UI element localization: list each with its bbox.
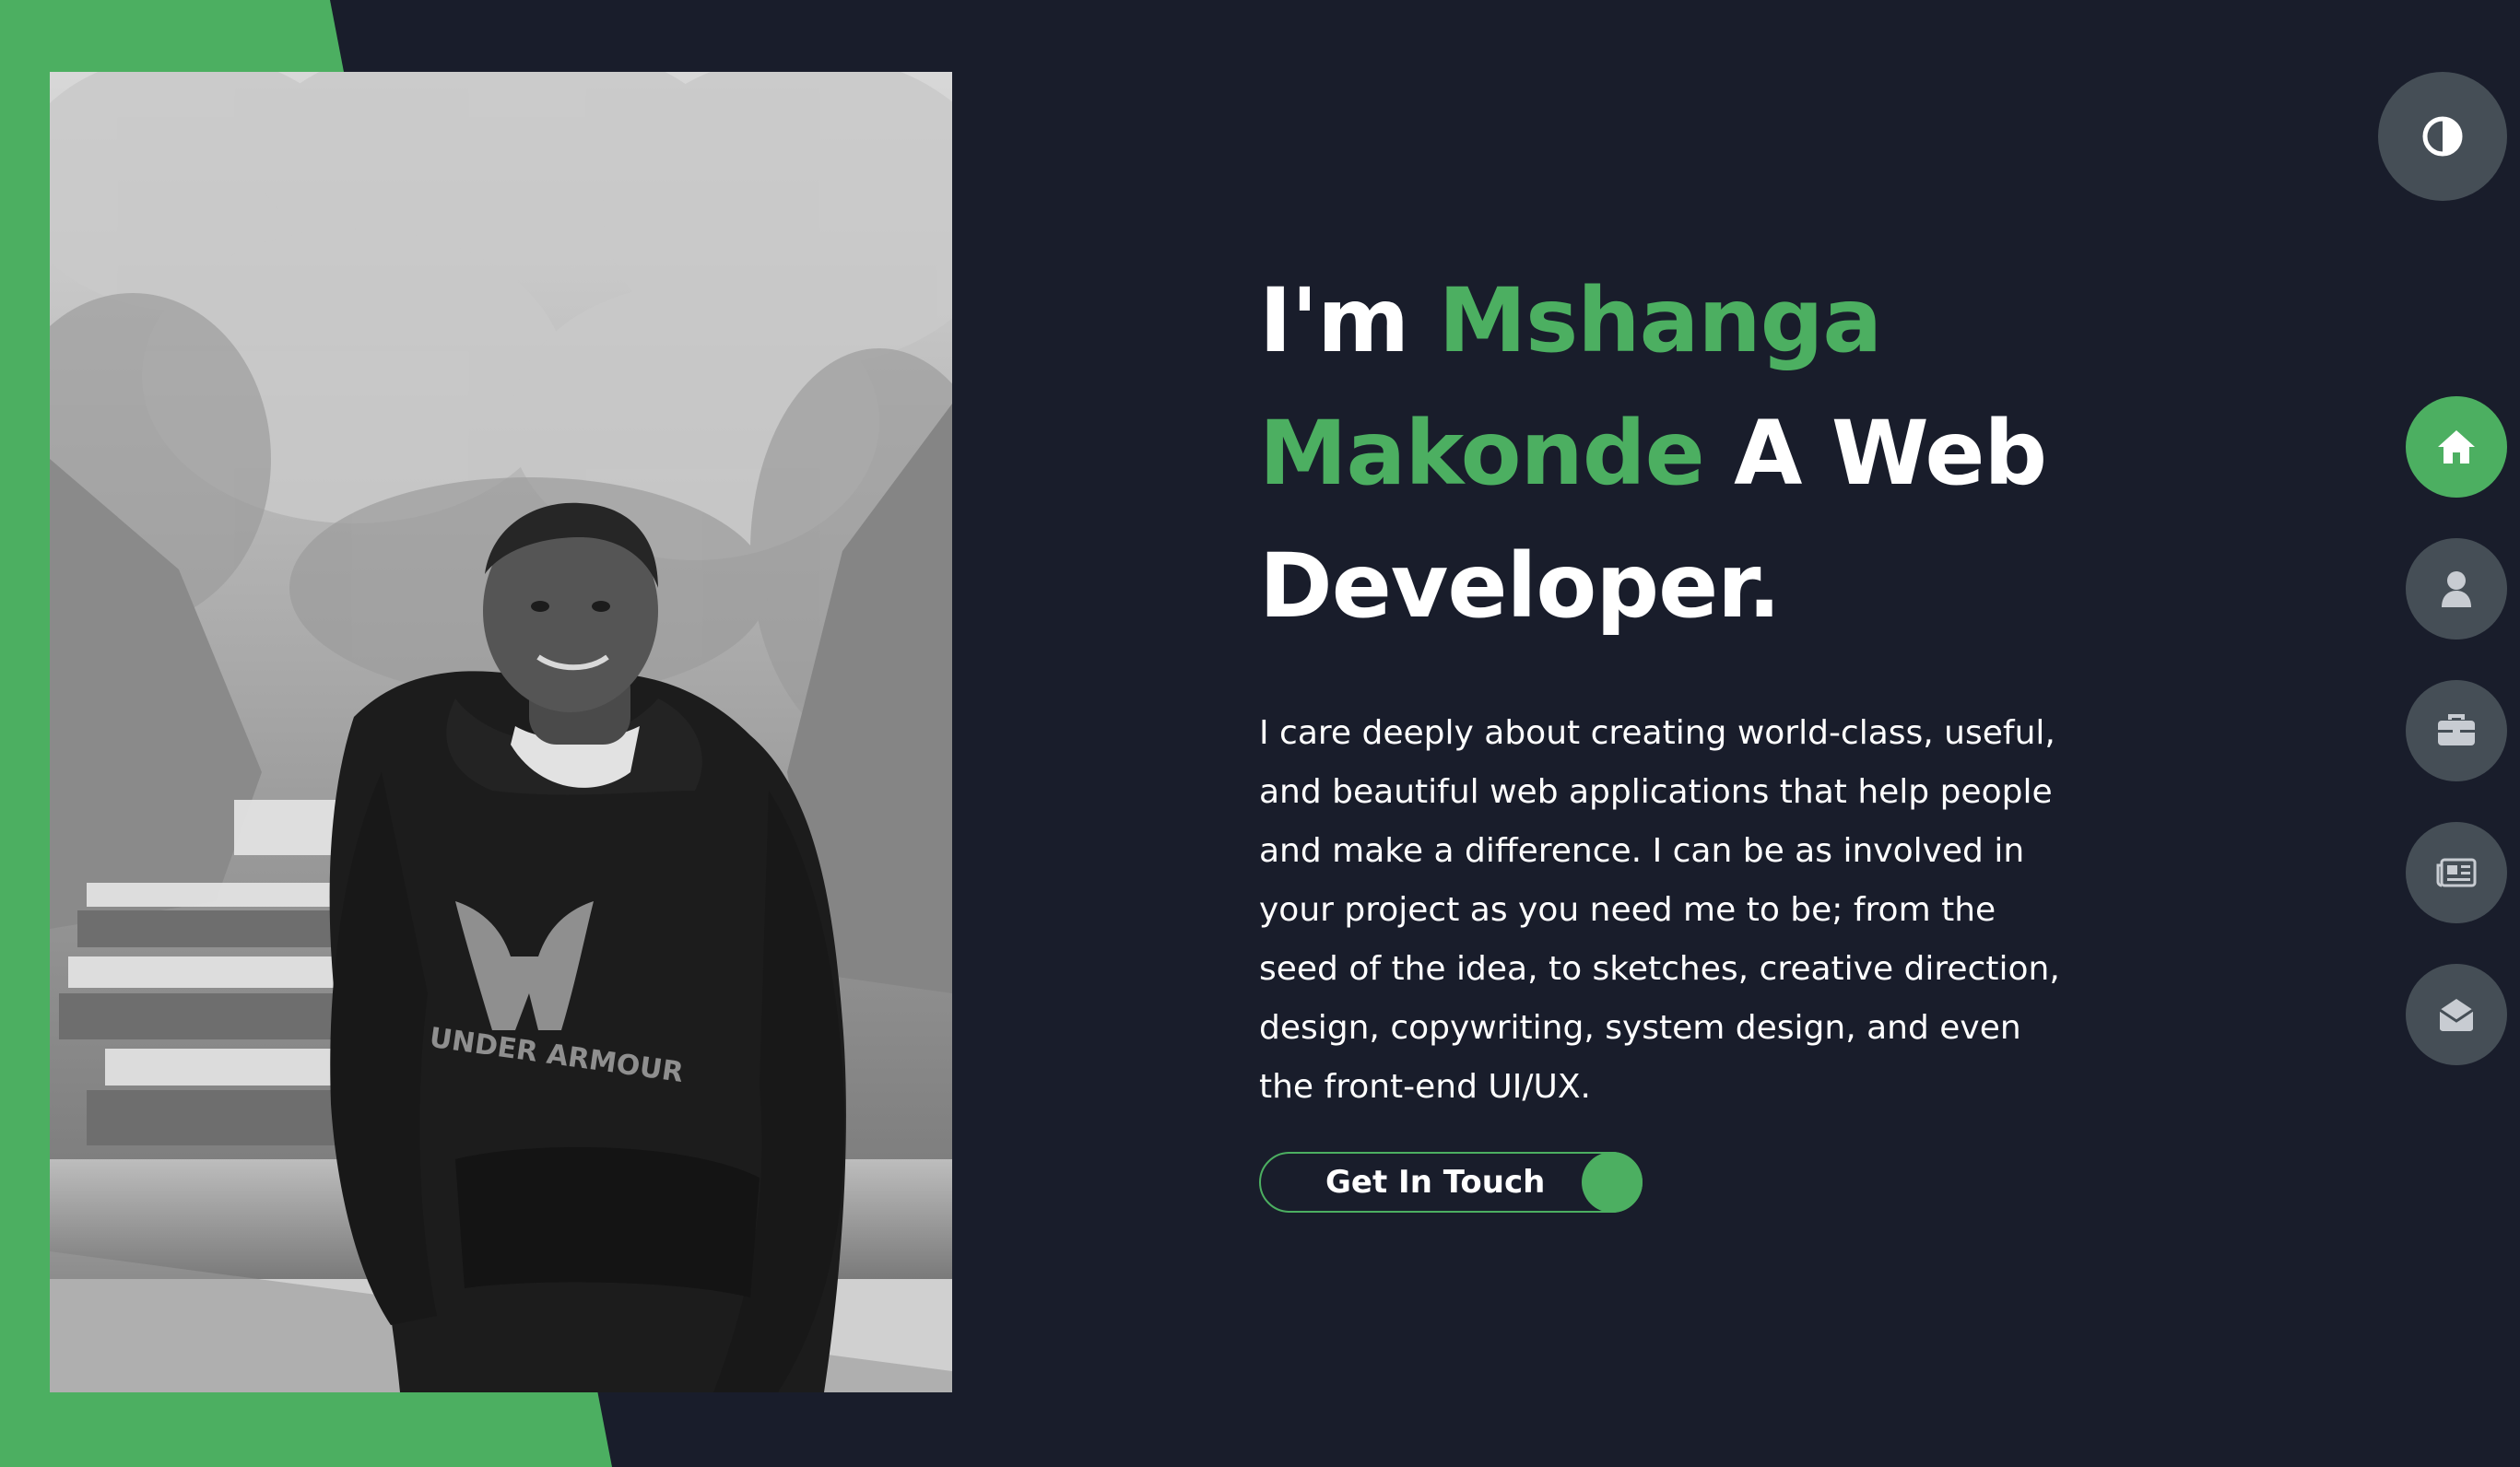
profile-photo: UNDER ARMOUR: [50, 72, 952, 1392]
contrast-icon: [2422, 116, 2463, 157]
nav-home[interactable]: [2406, 396, 2507, 498]
get-in-touch-label: Get In Touch: [1325, 1164, 1546, 1201]
profile-photo-illustration: UNDER ARMOUR: [50, 72, 952, 1392]
user-icon: [2442, 571, 2471, 607]
nav-blog[interactable]: [2406, 822, 2507, 923]
nav-contact[interactable]: [2406, 964, 2507, 1065]
hero-headline: I'm Mshanga Makonde A Web Developer.: [1259, 254, 2089, 652]
home-icon: [2438, 430, 2475, 464]
button-dot: [1582, 1152, 1643, 1213]
nav-portfolio[interactable]: [2406, 680, 2507, 781]
get-in-touch-button[interactable]: Get In Touch: [1259, 1152, 1643, 1213]
nav-about[interactable]: [2406, 538, 2507, 640]
envelope-open-icon: [2439, 999, 2474, 1031]
hero-section: I'm Mshanga Makonde A Web Developer. I c…: [1259, 254, 2089, 1117]
home-page: UNDER ARMOUR I'm Mshanga Makonde A Web D…: [0, 0, 2520, 1467]
newspaper-icon: [2436, 858, 2477, 887]
briefcase-icon: [2438, 714, 2475, 745]
hero-intro: I care deeply about creating world-class…: [1259, 714, 2060, 1106]
headline-prefix: I'm: [1259, 269, 1439, 372]
theme-toggle-button[interactable]: [2378, 72, 2507, 201]
